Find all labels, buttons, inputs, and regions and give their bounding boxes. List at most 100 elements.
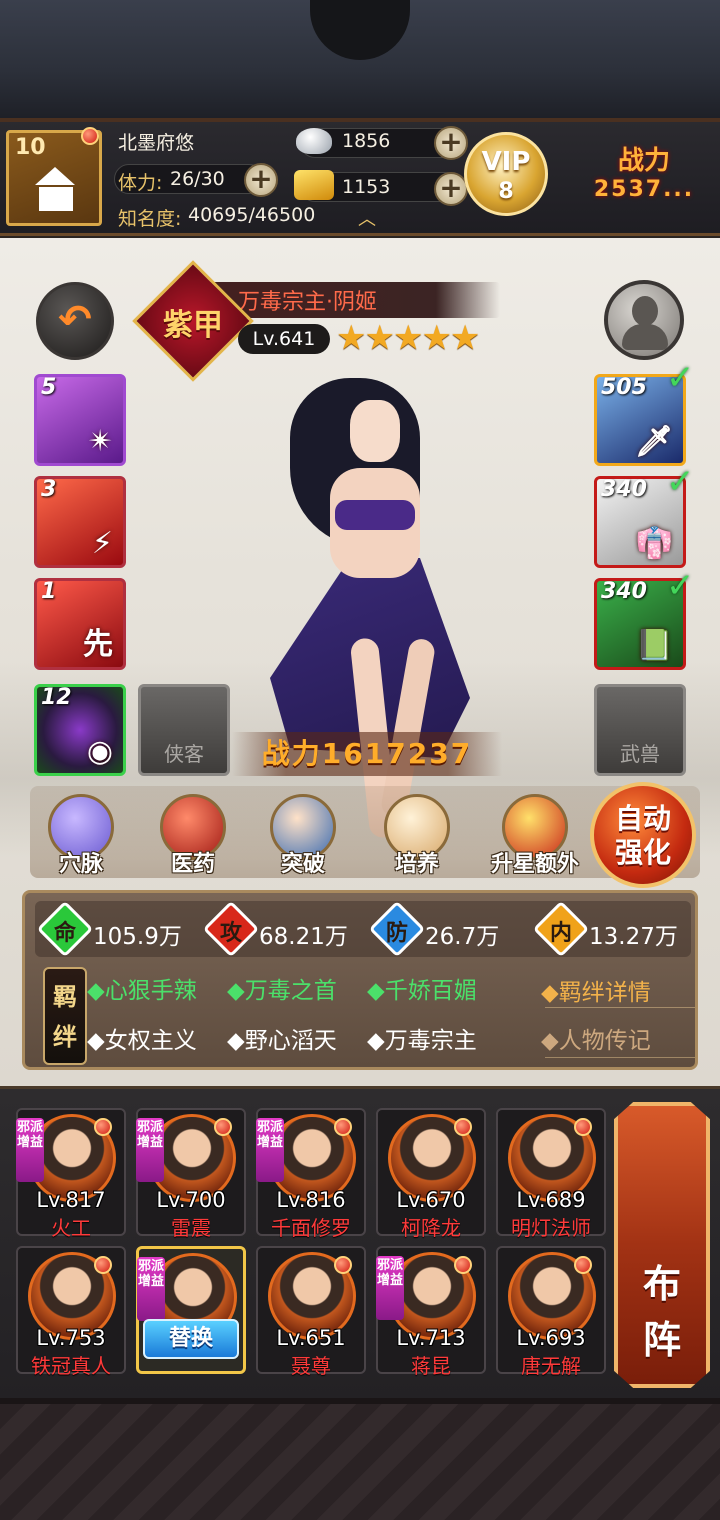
- roof-crest: [310, 0, 410, 60]
- formation-button[interactable]: 布阵: [614, 1102, 710, 1388]
- hero-level: Lv.753: [36, 1326, 106, 1350]
- menu-cultivate-button[interactable]: 培养: [372, 794, 462, 884]
- hero-level: Lv.713: [396, 1326, 466, 1350]
- hero-level: Lv.816: [276, 1188, 346, 1212]
- menu-medicine-button[interactable]: 医药: [148, 794, 238, 884]
- team-hero-5[interactable]: Lv.689 明灯法师: [496, 1108, 606, 1240]
- add-gold-button[interactable]: +: [434, 172, 468, 206]
- hero-level: Lv.817: [36, 1188, 106, 1212]
- formation-label-text: 布阵: [642, 1262, 681, 1362]
- faction-tag: 邪派增益: [136, 1118, 164, 1182]
- back-button[interactable]: ↶: [36, 282, 114, 360]
- notification-dot: [454, 1118, 472, 1136]
- silhouette-icon: [632, 296, 658, 326]
- replace-button[interactable]: 替换: [143, 1319, 239, 1359]
- attack-value: 68.21万: [259, 924, 348, 950]
- faction-tag: 邪派增益: [137, 1257, 165, 1321]
- robe-icon: 👘: [635, 526, 673, 561]
- beast-slot[interactable]: 武兽: [594, 684, 686, 776]
- skill-1-level: 5: [41, 375, 57, 400]
- faction-tag: 邪派增益: [376, 1256, 404, 1320]
- hero-name: 唐无解: [521, 1354, 581, 1378]
- bond-inactive-1: ◆女权主义: [87, 1028, 197, 1054]
- book-level: 340: [601, 579, 647, 604]
- fame-value: 40695/46500: [188, 204, 316, 226]
- player-name: 北墨府悠: [118, 132, 195, 154]
- expand-chevron-up-icon[interactable]: ︿: [352, 211, 382, 229]
- health-value: 105.9万: [93, 924, 182, 950]
- bond-details-link[interactable]: ◆羁绊详情: [541, 973, 651, 1007]
- hero-portrait-button[interactable]: [604, 280, 684, 360]
- team-hero-1[interactable]: 邪派增益 Lv.817 火工: [16, 1108, 126, 1240]
- roof-decoration: [0, 0, 720, 122]
- notification-dot: [334, 1118, 352, 1136]
- footer-pattern: [0, 1398, 720, 1520]
- hero-level: Lv.700: [156, 1188, 226, 1212]
- vip-badge[interactable]: VIP 8: [464, 132, 548, 216]
- divider: [545, 1007, 695, 1008]
- hero-level: Lv.689: [516, 1188, 586, 1212]
- biography-link[interactable]: ◆人物传记: [541, 1021, 651, 1055]
- slash-icon: ⚡: [91, 526, 113, 561]
- menu-breakthrough-button[interactable]: 突破: [258, 794, 348, 884]
- notification-dot: [454, 1256, 472, 1274]
- bond-active-3: ◆千娇百媚: [367, 978, 477, 1004]
- orb-icon: ◉: [86, 734, 113, 769]
- menu-star-up-label: 升星额外: [490, 852, 579, 877]
- skill-slot-4[interactable]: 12 ◉: [34, 684, 126, 776]
- divider: [545, 1057, 695, 1058]
- gold-bars-icon: [294, 170, 334, 200]
- notification-dot: [334, 1256, 352, 1274]
- add-stamina-button[interactable]: +: [244, 163, 278, 197]
- shuriken-icon: ✴: [87, 424, 113, 459]
- skill-4-level: 12: [41, 685, 72, 710]
- hero-name: 雷震: [171, 1216, 211, 1240]
- hero-face: [350, 400, 400, 462]
- notification-dot: [574, 1256, 592, 1274]
- player-level: 10: [15, 135, 46, 160]
- bond-inactive-2: ◆野心滔天: [227, 1028, 337, 1054]
- team-hero-8[interactable]: Lv.651 聂尊: [256, 1246, 366, 1378]
- stamina-label: 体力:: [118, 172, 163, 194]
- hero-stars: ★★★★★: [336, 318, 480, 358]
- upgrade-hammer-icon: ✓: [666, 566, 695, 606]
- internal-glyph: 内: [549, 921, 572, 946]
- total-power: 战力 2537...: [570, 140, 718, 220]
- skill-slot-1[interactable]: 5 ✴: [34, 374, 126, 466]
- rank-text: 紫甲: [163, 308, 223, 343]
- team-hero-9[interactable]: 邪派增益 Lv.713 蒋昆: [376, 1246, 486, 1378]
- hero-level: Lv.651: [276, 1326, 346, 1350]
- bond-badge: 羁绊: [43, 967, 87, 1065]
- auto-enhance-button[interactable]: 自动强化: [590, 782, 696, 888]
- menu-meridian-button[interactable]: 穴脉: [36, 794, 126, 884]
- team-hero-4[interactable]: Lv.670 柯降龙: [376, 1108, 486, 1240]
- hero-name: 火工: [51, 1216, 91, 1240]
- team-hero-2[interactable]: 邪派增益 Lv.700 雷震: [136, 1108, 246, 1240]
- bond-active-1: ◆心狠手辣: [87, 978, 197, 1004]
- companion-slot[interactable]: 侠客: [138, 684, 230, 776]
- skill-2-level: 3: [41, 477, 57, 502]
- player-avatar[interactable]: 10: [6, 127, 102, 226]
- menu-star-up-button[interactable]: 升星额外: [480, 794, 590, 884]
- hero-level: Lv.641: [238, 324, 330, 354]
- hero-name: 柯降龙: [401, 1216, 461, 1240]
- team-hero-3[interactable]: 邪派增益 Lv.816 千面修罗: [256, 1108, 366, 1240]
- stats-row: 命 105.9万 攻 68.21万 防 26.7万 内 13.27万: [35, 900, 691, 958]
- pavilion-icon: [35, 167, 75, 185]
- formation-label: 布阵: [618, 1256, 706, 1368]
- hero-name: 明灯法师: [511, 1216, 591, 1240]
- internal-value: 13.27万: [589, 924, 678, 950]
- add-silver-button[interactable]: +: [434, 126, 468, 160]
- gold-amount: 1153: [342, 176, 391, 198]
- hero-power: 战力1617237: [232, 732, 502, 776]
- skill-slot-2[interactable]: 3 ⚡: [34, 476, 126, 568]
- skill-slot-3[interactable]: 1 先: [34, 578, 126, 670]
- team-hero-selected[interactable]: 邪派增益 替换: [136, 1246, 246, 1374]
- book-icon: 📗: [635, 628, 673, 663]
- menu-medicine-label: 医药: [170, 852, 215, 877]
- silver-amount: 1856: [342, 130, 391, 152]
- team-hero-10[interactable]: Lv.693 唐无解: [496, 1246, 606, 1378]
- stats-panel: 命 105.9万 攻 68.21万 防 26.7万 内 13.27万 羁绊 ◆心…: [22, 890, 698, 1070]
- dagger-icon: 🗡: [634, 424, 673, 459]
- team-hero-6[interactable]: Lv.753 铁冠真人: [16, 1246, 126, 1378]
